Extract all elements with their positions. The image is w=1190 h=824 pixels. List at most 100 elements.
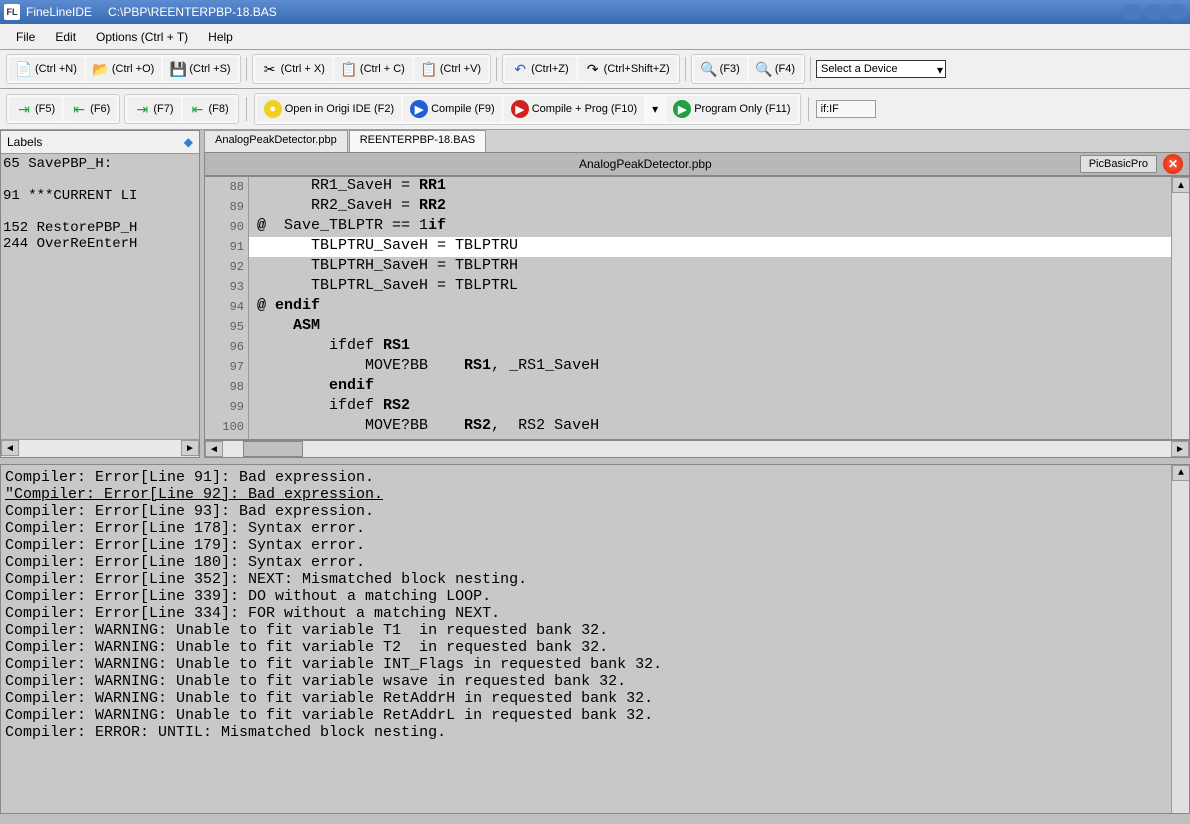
close-tab-button[interactable]: ✕ bbox=[1163, 154, 1183, 174]
output-line[interactable]: Compiler: Error[Line 93]: Bad expression… bbox=[5, 503, 1185, 520]
toolbar-row-2: ⇥(F5) ⇤(F6) ⇥(F7) ⇤(F8) ●Open in Origi I… bbox=[0, 89, 1190, 130]
code-line[interactable]: TBLPTRH_SaveH = TBLPTRH bbox=[249, 257, 1171, 277]
f5-label: (F5) bbox=[35, 103, 55, 115]
code-area[interactable]: RR1_SaveH = RR1 RR2_SaveH = RR2@ Save_TB… bbox=[249, 177, 1171, 439]
output-line[interactable]: Compiler: WARNING: Unable to fit variabl… bbox=[5, 656, 1185, 673]
label-line[interactable]: 65 SavePBP_H: bbox=[3, 156, 197, 172]
labels-list[interactable]: 65 SavePBP_H: 91 ***CURRENT LI 152 Resto… bbox=[1, 154, 199, 439]
f7-button[interactable]: ⇥(F7) bbox=[127, 97, 180, 121]
if-box[interactable]: if:IF bbox=[816, 100, 876, 118]
output-scroll-up-icon[interactable]: ▲ bbox=[1172, 465, 1190, 481]
code-line[interactable]: ifdef RS2 bbox=[249, 397, 1171, 417]
label-line[interactable] bbox=[3, 172, 197, 188]
app-icon: FL bbox=[4, 4, 20, 20]
output-line[interactable]: Compiler: WARNING: Unable to fit variabl… bbox=[5, 622, 1185, 639]
menu-help[interactable]: Help bbox=[198, 26, 243, 48]
code-line[interactable]: TBLPTRU_SaveH = TBLPTRU bbox=[249, 237, 1171, 257]
diamond-icon: ◆ bbox=[184, 135, 193, 149]
dropdown-arrow-icon[interactable]: ▾ bbox=[646, 102, 664, 116]
editor-vscroll[interactable]: ▲ bbox=[1171, 177, 1189, 439]
f6-button[interactable]: ⇤(F6) bbox=[64, 97, 117, 121]
cut-label: (Ctrl + X) bbox=[281, 63, 325, 75]
output-line[interactable]: Compiler: Error[Line 180]: Syntax error. bbox=[5, 554, 1185, 571]
compile-prog-button[interactable]: ▶Compile + Prog (F10) bbox=[504, 96, 644, 122]
cut-button[interactable]: ✂(Ctrl + X) bbox=[255, 57, 332, 81]
gutter-line: 94 bbox=[205, 297, 244, 317]
search-icon: 🔍 bbox=[701, 61, 717, 77]
output-line[interactable]: Compiler: WARNING: Unable to fit variabl… bbox=[5, 639, 1185, 656]
labels-panel: Labels ◆ 65 SavePBP_H: 91 ***CURRENT LI … bbox=[0, 130, 200, 458]
minimize-button[interactable] bbox=[1122, 4, 1142, 20]
menu-edit[interactable]: Edit bbox=[45, 26, 86, 48]
maximize-button[interactable] bbox=[1144, 4, 1164, 20]
labels-hscroll[interactable]: ◄ ► bbox=[1, 439, 199, 457]
output-line[interactable]: Compiler: Error[Line 178]: Syntax error. bbox=[5, 520, 1185, 537]
device-select[interactable]: Select a Device ▾ bbox=[816, 60, 946, 78]
copy-icon: 📋 bbox=[341, 61, 357, 77]
output-line[interactable]: Compiler: Error[Line 339]: DO without a … bbox=[5, 588, 1185, 605]
program-only-button[interactable]: ▶Program Only (F11) bbox=[666, 96, 797, 122]
program-only-icon: ▶ bbox=[673, 100, 691, 118]
code-line[interactable]: @ Save_TBLPTR == 1if bbox=[249, 217, 1171, 237]
scroll-left-icon[interactable]: ◄ bbox=[1, 440, 19, 456]
output-vscroll[interactable]: ▲ bbox=[1171, 465, 1189, 813]
open-button[interactable]: 📂(Ctrl +O) bbox=[86, 57, 161, 81]
editor-scroll-right-icon[interactable]: ► bbox=[1171, 441, 1189, 457]
compile-prog-icon: ▶ bbox=[511, 100, 529, 118]
output-line[interactable]: Compiler: Error[Line 334]: FOR without a… bbox=[5, 605, 1185, 622]
f5-button[interactable]: ⇥(F5) bbox=[9, 97, 62, 121]
titlebar: FL FineLineIDE C:\PBP\REENTERPBP-18.BAS bbox=[0, 0, 1190, 24]
find-button[interactable]: 🔍(F3) bbox=[694, 57, 747, 81]
menu-file[interactable]: File bbox=[6, 26, 45, 48]
tab-analog[interactable]: AnalogPeakDetector.pbp bbox=[204, 130, 348, 152]
output-line[interactable]: Compiler: Error[Line 91]: Bad expression… bbox=[5, 469, 1185, 486]
redo-button[interactable]: ↷(Ctrl+Shift+Z) bbox=[578, 57, 677, 81]
find-next-button[interactable]: 🔍(F4) bbox=[749, 57, 802, 81]
output-line[interactable]: Compiler: Error[Line 352]: NEXT: Mismatc… bbox=[5, 571, 1185, 588]
menu-options[interactable]: Options (Ctrl + T) bbox=[86, 26, 198, 48]
labels-header[interactable]: Labels ◆ bbox=[1, 131, 199, 154]
code-line[interactable]: ASM bbox=[249, 317, 1171, 337]
tab-reenter[interactable]: REENTERPBP-18.BAS bbox=[349, 130, 487, 152]
output-line[interactable]: Compiler: WARNING: Unable to fit variabl… bbox=[5, 690, 1185, 707]
f7-label: (F7) bbox=[153, 103, 173, 115]
undo-button[interactable]: ↶(Ctrl+Z) bbox=[505, 57, 576, 81]
scroll-up-icon[interactable]: ▲ bbox=[1172, 177, 1190, 193]
paste-button[interactable]: 📋(Ctrl +V) bbox=[414, 57, 488, 81]
label-line[interactable]: 91 ***CURRENT LI bbox=[3, 188, 197, 204]
output-line[interactable]: Compiler: WARNING: Unable to fit variabl… bbox=[5, 673, 1185, 690]
code-line[interactable]: MOVE?BB RS2, RS2 SaveH bbox=[249, 417, 1171, 437]
code-line[interactable]: TBLPTRL_SaveH = TBLPTRL bbox=[249, 277, 1171, 297]
f8-button[interactable]: ⇤(F8) bbox=[183, 97, 236, 121]
scroll-right-icon[interactable]: ► bbox=[181, 440, 199, 456]
copy-button[interactable]: 📋(Ctrl + C) bbox=[334, 57, 412, 81]
output-line[interactable]: "Compiler: Error[Line 92]: Bad expressio… bbox=[5, 486, 1185, 503]
indent-left-icon: ⇥ bbox=[16, 101, 32, 117]
toolbar-row-1: 📄(Ctrl +N) 📂(Ctrl +O) 💾(Ctrl +S) ✂(Ctrl … bbox=[0, 50, 1190, 89]
compile-button[interactable]: ▶Compile (F9) bbox=[403, 96, 502, 122]
output-line[interactable]: Compiler: Error[Line 179]: Syntax error. bbox=[5, 537, 1185, 554]
open-label: (Ctrl +O) bbox=[112, 63, 154, 75]
new-button[interactable]: 📄(Ctrl +N) bbox=[9, 57, 84, 81]
label-line[interactable] bbox=[3, 204, 197, 220]
undo-icon: ↶ bbox=[512, 61, 528, 77]
output-line[interactable]: Compiler: ERROR: UNTIL: Mismatched block… bbox=[5, 724, 1185, 741]
open-ide-button[interactable]: ●Open in Origi IDE (F2) bbox=[257, 96, 401, 122]
output-line[interactable]: Compiler: WARNING: Unable to fit variabl… bbox=[5, 707, 1185, 724]
editor-scroll-left-icon[interactable]: ◄ bbox=[205, 441, 223, 457]
label-line[interactable]: 244 OverReEnterH bbox=[3, 236, 197, 252]
close-window-button[interactable] bbox=[1166, 4, 1186, 20]
code-line[interactable]: @ endif bbox=[249, 297, 1171, 317]
editor-hscroll[interactable]: ◄ ► bbox=[204, 440, 1190, 458]
paste-icon: 📋 bbox=[421, 61, 437, 77]
save-button[interactable]: 💾(Ctrl +S) bbox=[163, 57, 237, 81]
label-line[interactable]: 152 RestorePBP_H bbox=[3, 220, 197, 236]
hscroll-thumb[interactable] bbox=[243, 441, 303, 457]
code-line[interactable]: endif bbox=[249, 377, 1171, 397]
code-line[interactable]: RR2_SaveH = RR2 bbox=[249, 197, 1171, 217]
picbasic-button[interactable]: PicBasicPro bbox=[1080, 155, 1157, 173]
output-panel[interactable]: Compiler: Error[Line 91]: Bad expression… bbox=[0, 464, 1190, 814]
code-line[interactable]: MOVE?BB RS1, _RS1_SaveH bbox=[249, 357, 1171, 377]
code-line[interactable]: RR1_SaveH = RR1 bbox=[249, 177, 1171, 197]
code-line[interactable]: ifdef RS1 bbox=[249, 337, 1171, 357]
